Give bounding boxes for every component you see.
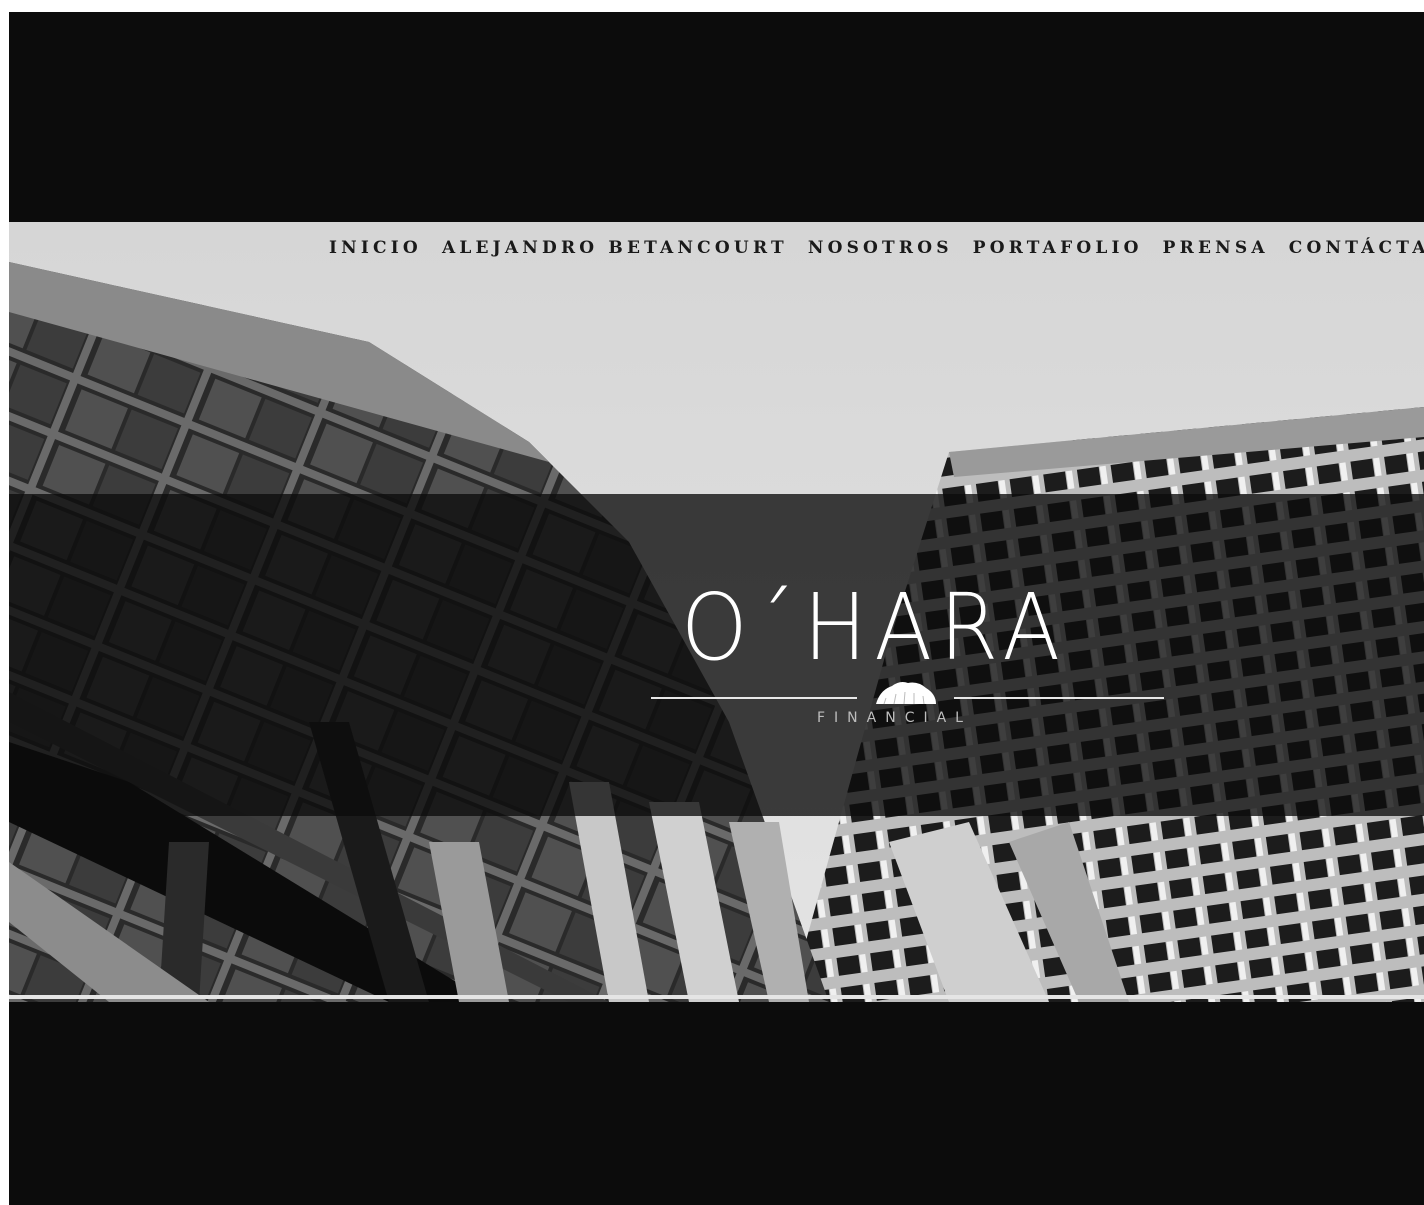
nav-item-contacta[interactable]: CONTÁCTA <box>1289 238 1424 258</box>
logo-rule-right <box>954 697 1164 699</box>
hero-banner: INICIO ALEJANDRO BETANCOURT NOSOTROS POR… <box>9 222 1424 1002</box>
nav-item-inicio[interactable]: INICIO <box>329 238 422 258</box>
nav-item-portafolio[interactable]: PORTAFOLIO <box>973 238 1143 258</box>
tree-crown-icon <box>876 682 936 705</box>
logo-wordmark: O´HARA <box>681 574 1068 681</box>
page-frame: INICIO ALEJANDRO BETANCOURT NOSOTROS POR… <box>9 12 1424 1205</box>
nav-item-nosotros[interactable]: NOSOTROS <box>808 238 953 258</box>
nav-item-prensa[interactable]: PRENSA <box>1163 238 1269 258</box>
logo-rule-left <box>651 697 857 699</box>
logo-tagline: FINANCIAL <box>817 710 972 726</box>
nav-item-alejandro-betancourt[interactable]: ALEJANDRO BETANCOURT <box>442 238 788 258</box>
brand-logo[interactable]: O´HARA FINANCIAL <box>649 582 1169 742</box>
main-nav: INICIO ALEJANDRO BETANCOURT NOSOTROS POR… <box>329 238 1424 258</box>
